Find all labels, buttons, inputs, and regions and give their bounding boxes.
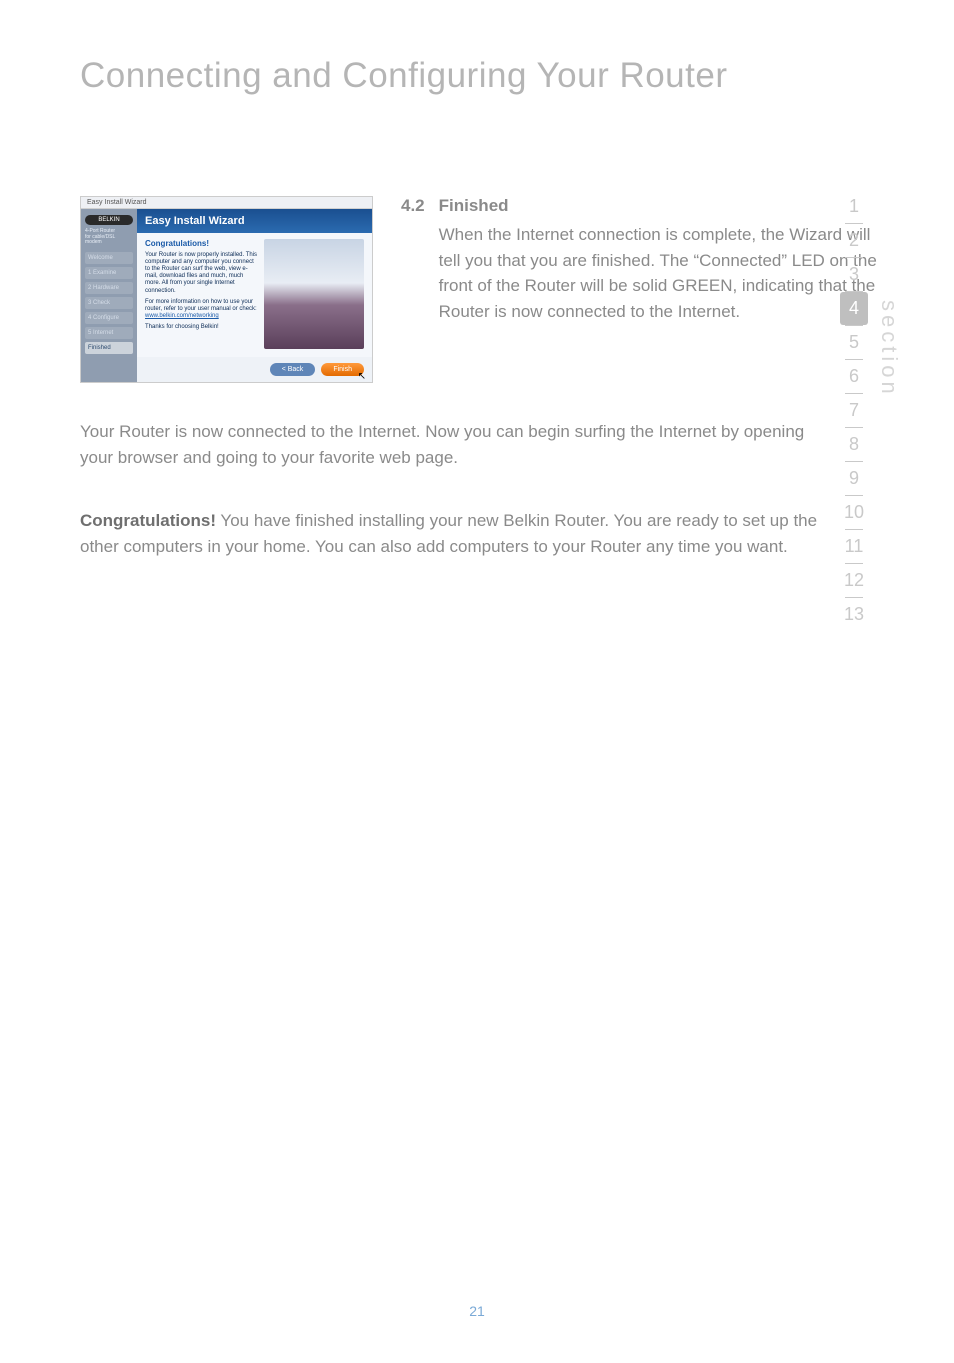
product-name: 4-Port Router for cable/DSL modem	[85, 229, 133, 246]
section-nav: 12345678910111213 section	[840, 190, 896, 631]
finish-button: Finish ↖	[321, 363, 364, 376]
nav-number-11: 11	[840, 530, 868, 563]
window-titlebar: Easy Install Wizard	[81, 197, 372, 209]
wizard-step-finished: Finished	[85, 342, 133, 354]
congrats-p3: Thanks for choosing Belkin!	[145, 324, 258, 331]
nav-number-13: 13	[840, 598, 868, 631]
body-paragraph-1: Your Router is now connected to the Inte…	[80, 419, 820, 472]
nav-number-5: 5	[840, 326, 868, 359]
nav-number-6: 6	[840, 360, 868, 393]
section-label: section	[876, 300, 902, 398]
networking-link: www.belkin.com/networking	[145, 313, 219, 319]
step-title: Finished	[439, 196, 894, 216]
nav-number-2: 2	[840, 224, 868, 257]
wizard-banner: Easy Install Wizard	[137, 209, 372, 233]
page-title: Connecting and Configuring Your Router	[80, 56, 894, 96]
nav-number-3: 3	[840, 258, 868, 291]
nav-number-9: 9	[840, 462, 868, 495]
congrats-heading: Congratulations!	[145, 239, 258, 249]
wizard-message: Congratulations! Your Router is now prop…	[145, 239, 258, 349]
wizard-sidebar: BELKIN 4-Port Router for cable/DSL modem…	[81, 209, 137, 382]
back-button: < Back	[270, 363, 316, 376]
congrats-p2: For more information on how to use your …	[145, 299, 258, 321]
wizard-photo	[264, 239, 364, 349]
body-paragraph-2: Congratulations! You have finished insta…	[80, 508, 820, 561]
wizard-step-hardware: 2 Hardware	[85, 282, 133, 294]
nav-number-4: 4	[840, 292, 868, 325]
wizard-step-internet: 5 Internet	[85, 327, 133, 339]
page-number: 21	[0, 1303, 954, 1319]
belkin-logo: BELKIN	[85, 215, 133, 225]
nav-number-1: 1	[840, 190, 868, 223]
congratulations-strong: Congratulations!	[80, 511, 216, 530]
wizard-step-welcome: Welcome	[85, 252, 133, 264]
wizard-screenshot: Easy Install Wizard BELKIN 4-Port Router…	[80, 196, 373, 383]
step-text: When the Internet connection is complete…	[439, 222, 894, 324]
nav-number-8: 8	[840, 428, 868, 461]
cursor-icon: ↖	[358, 371, 366, 382]
wizard-step-examine: 1 Examine	[85, 267, 133, 279]
wizard-step-check: 3 Check	[85, 297, 133, 309]
nav-number-10: 10	[840, 496, 868, 529]
step-number: 4.2	[401, 196, 425, 324]
nav-number-7: 7	[840, 394, 868, 427]
congrats-p1: Your Router is now properly installed. T…	[145, 252, 258, 295]
wizard-step-configure: 4 Configure	[85, 312, 133, 324]
nav-number-12: 12	[840, 564, 868, 597]
